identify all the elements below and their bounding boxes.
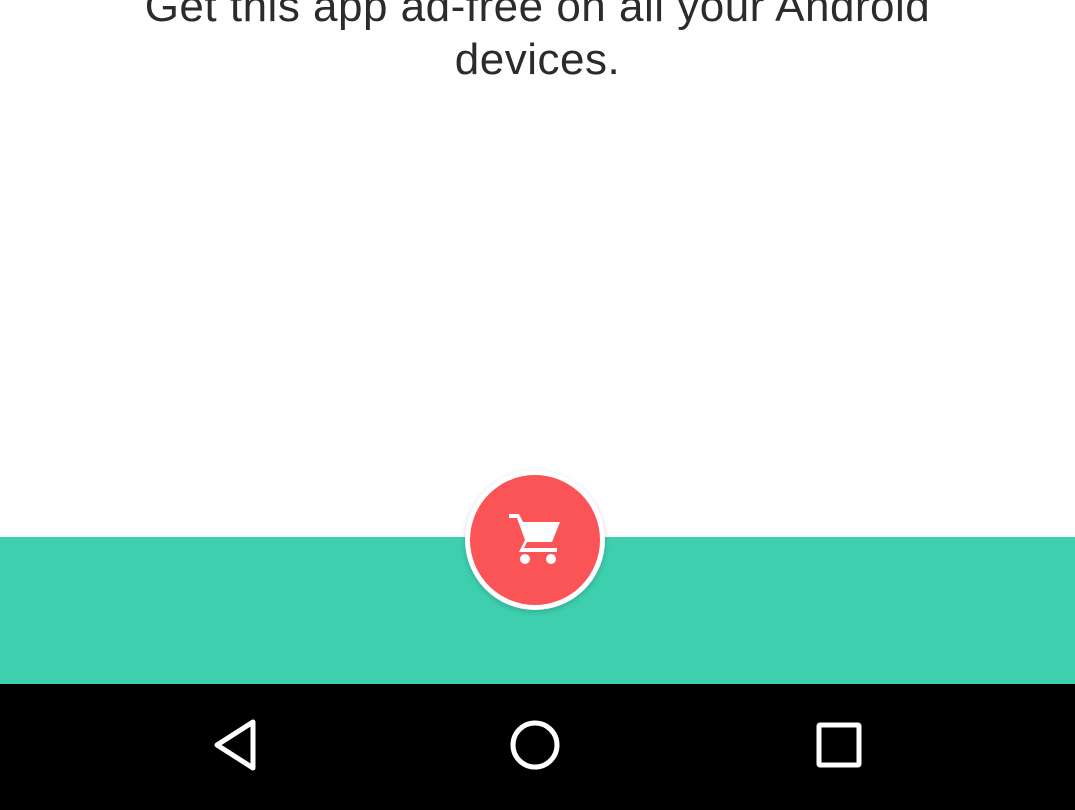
recents-button[interactable] [804,712,874,782]
home-button[interactable] [500,712,570,782]
screen: Get this app ad-free on all your Android… [0,0,1075,810]
buy-button-circle [470,475,600,605]
promo-text: Get this app ad-free on all your Android… [0,0,1075,86]
buy-ad-free-button[interactable] [465,470,605,610]
system-navigation-bar [0,684,1075,810]
promo-line-1: Get this app ad-free on all your Android [144,0,931,31]
back-button[interactable] [199,712,269,782]
back-triangle-icon [207,718,261,777]
shopping-cart-icon [505,508,565,573]
home-circle-icon [507,717,563,778]
promo-line-2: devices. [454,35,621,84]
recents-square-icon [814,720,864,775]
